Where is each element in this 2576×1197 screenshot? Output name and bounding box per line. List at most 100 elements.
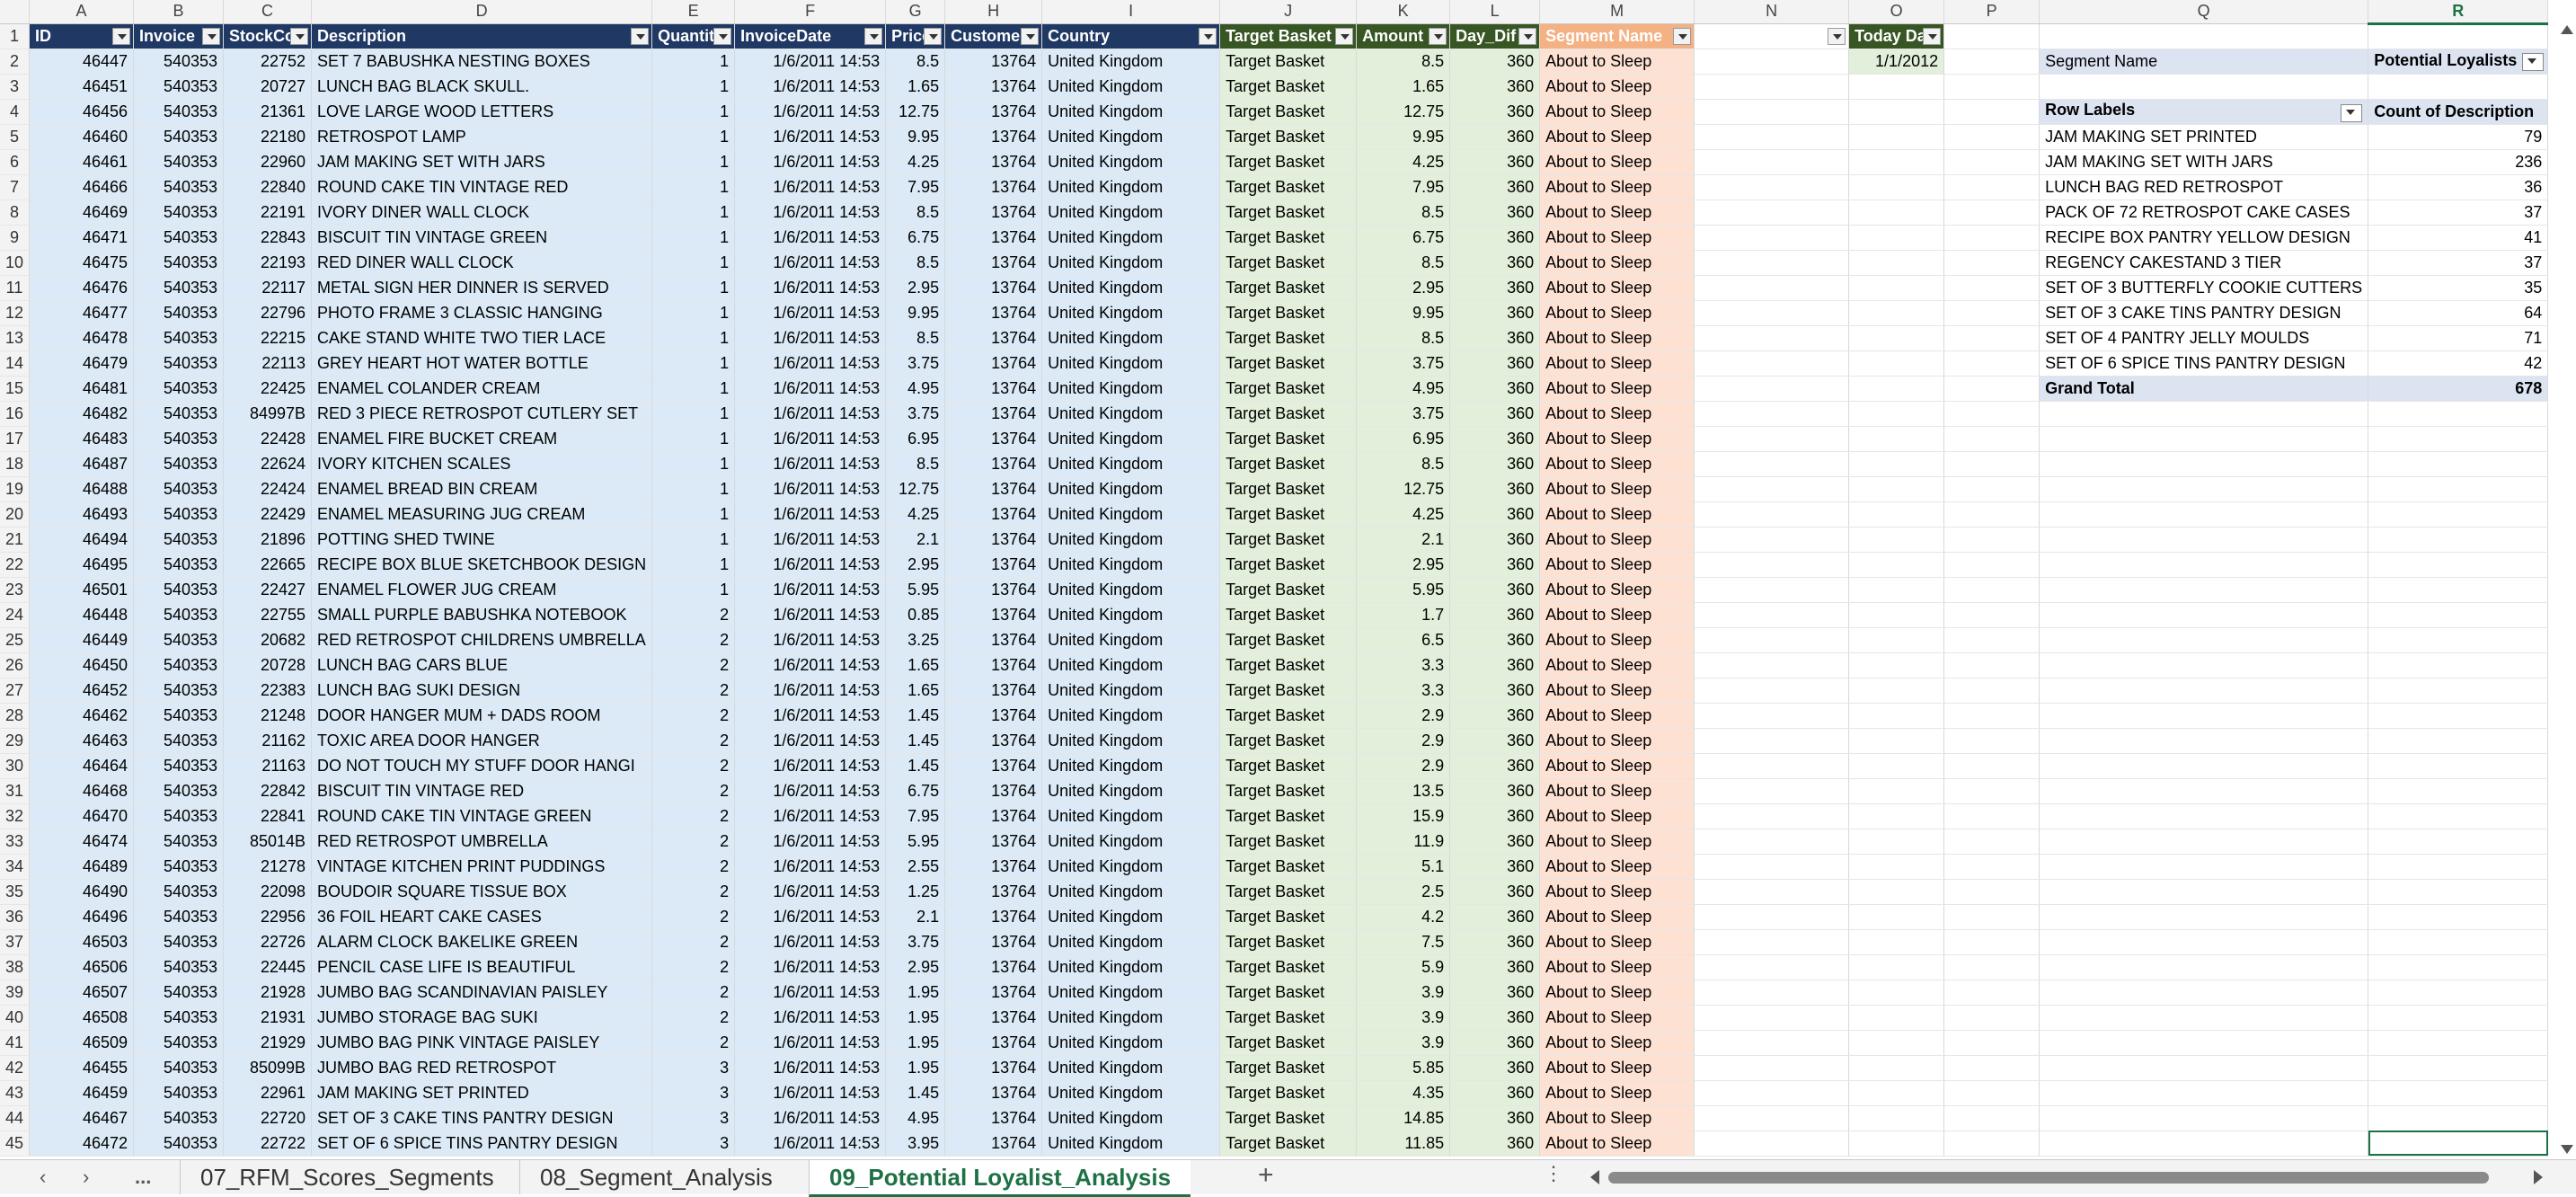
- cell-day-diff[interactable]: 360: [1449, 350, 1541, 377]
- cell-customer[interactable]: 13764: [944, 376, 1043, 402]
- cell-o[interactable]: [1848, 275, 1945, 301]
- cell-stockcode[interactable]: 20682: [223, 627, 313, 653]
- pivot-row-value[interactable]: 41: [2368, 225, 2549, 251]
- cell-quantity[interactable]: 2: [651, 980, 736, 1006]
- cell-q[interactable]: [2039, 527, 2369, 553]
- cell-description[interactable]: ENAMEL COLANDER CREAM: [311, 376, 653, 402]
- cell-segment-name[interactable]: About to Sleep: [1539, 803, 1695, 829]
- cell-quantity[interactable]: 1: [651, 350, 736, 377]
- cell-id[interactable]: 46449: [29, 627, 135, 653]
- cell-q[interactable]: [2039, 652, 2369, 678]
- cell-quantity[interactable]: 3: [651, 1080, 736, 1106]
- sheet-nav-prev-icon[interactable]: ‹: [40, 1166, 46, 1189]
- cell-id[interactable]: 46475: [29, 250, 135, 276]
- cell-amount[interactable]: 1.65: [1356, 74, 1451, 100]
- cell-r[interactable]: [2368, 829, 2549, 855]
- cell-amount[interactable]: 8.5: [1356, 200, 1451, 226]
- cell-customer[interactable]: 13764: [944, 652, 1043, 678]
- row-number[interactable]: 42: [0, 1055, 31, 1081]
- cell-p[interactable]: [1943, 376, 2040, 402]
- cell-amount[interactable]: 15.9: [1356, 803, 1451, 829]
- cell-r[interactable]: [2368, 753, 2549, 779]
- filter-dropdown-icon[interactable]: [202, 27, 221, 45]
- cell-segment-name[interactable]: About to Sleep: [1539, 527, 1695, 553]
- cell-id[interactable]: 46474: [29, 829, 135, 855]
- cell-stockcode[interactable]: 84997B: [223, 401, 313, 427]
- cell-invoice[interactable]: 540353: [133, 854, 225, 880]
- cell-n[interactable]: [1694, 929, 1850, 955]
- scroll-down-icon[interactable]: [2561, 1145, 2573, 1154]
- row-number[interactable]: 32: [0, 803, 31, 829]
- cell-invoice[interactable]: 540353: [133, 803, 225, 829]
- cell-price[interactable]: 8.5: [885, 325, 946, 351]
- cell-price[interactable]: 7.95: [885, 803, 946, 829]
- cell-customer[interactable]: 13764: [944, 577, 1043, 603]
- cell-customer[interactable]: 13764: [944, 250, 1043, 276]
- cell-p[interactable]: [1943, 552, 2040, 578]
- cell-day-diff[interactable]: 360: [1449, 1130, 1541, 1157]
- cell-segment-name[interactable]: About to Sleep: [1539, 401, 1695, 427]
- cell-description[interactable]: RED RETROSPOT UMBRELLA: [311, 829, 653, 855]
- cell-n[interactable]: [1694, 1055, 1850, 1081]
- pivot-row-value[interactable]: 42: [2368, 350, 2549, 377]
- cell-segment-name[interactable]: About to Sleep: [1539, 602, 1695, 628]
- cell-customer[interactable]: 13764: [944, 476, 1043, 502]
- cell-target-basket[interactable]: Target Basket: [1219, 627, 1358, 653]
- cell-stockcode[interactable]: 21162: [223, 728, 313, 754]
- cell-id[interactable]: 46464: [29, 753, 135, 779]
- cell-description[interactable]: LOVE LARGE WOOD LETTERS: [311, 99, 653, 125]
- cell-q[interactable]: [2039, 1130, 2369, 1157]
- cell-stockcode[interactable]: 22752: [223, 49, 313, 75]
- cell-stockcode[interactable]: 22215: [223, 325, 313, 351]
- cell-r[interactable]: [2368, 1030, 2549, 1056]
- cell-stockcode[interactable]: 20727: [223, 74, 313, 100]
- cell-description[interactable]: SET OF 6 SPICE TINS PANTRY DESIGN: [311, 1130, 653, 1157]
- cell-segment-name[interactable]: About to Sleep: [1539, 124, 1695, 150]
- cell-description[interactable]: BISCUIT TIN VINTAGE GREEN: [311, 225, 653, 251]
- cell-stockcode[interactable]: 85014B: [223, 829, 313, 855]
- cell-target-basket[interactable]: Target Basket: [1219, 1030, 1358, 1056]
- cell-invoice[interactable]: 540353: [133, 401, 225, 427]
- cell-description[interactable]: SMALL PURPLE BABUSHKA NOTEBOOK: [311, 602, 653, 628]
- cell-r[interactable]: [2368, 602, 2549, 628]
- cell-amount[interactable]: 3.3: [1356, 652, 1451, 678]
- cell-o[interactable]: [1848, 1005, 1945, 1031]
- cell-r[interactable]: [2368, 678, 2549, 704]
- cell-day-diff[interactable]: 360: [1449, 124, 1541, 150]
- cell-price[interactable]: 2.1: [885, 904, 946, 930]
- cell-price[interactable]: 6.75: [885, 778, 946, 804]
- cell-invoicedate[interactable]: 1/6/2011 14:53: [734, 527, 887, 553]
- cell-quantity[interactable]: 3: [651, 1105, 736, 1131]
- cell-quantity[interactable]: 1: [651, 426, 736, 452]
- cell-amount[interactable]: 1.7: [1356, 602, 1451, 628]
- cell-invoice[interactable]: 540353: [133, 678, 225, 704]
- cell-customer[interactable]: 13764: [944, 1030, 1043, 1056]
- cell-customer[interactable]: 13764: [944, 350, 1043, 377]
- cell-invoice[interactable]: 540353: [133, 426, 225, 452]
- cell-target-basket[interactable]: Target Basket: [1219, 350, 1358, 377]
- cell-customer[interactable]: 13764: [944, 753, 1043, 779]
- cell-day-diff[interactable]: 360: [1449, 552, 1541, 578]
- cell-o[interactable]: [1848, 325, 1945, 351]
- cell-segment-name[interactable]: About to Sleep: [1539, 778, 1695, 804]
- cell-target-basket[interactable]: Target Basket: [1219, 200, 1358, 226]
- cell-id[interactable]: 46463: [29, 728, 135, 754]
- row-number[interactable]: 11: [0, 275, 31, 301]
- cell-invoice[interactable]: 540353: [133, 879, 225, 905]
- cell-amount[interactable]: 7.95: [1356, 174, 1451, 200]
- cell-target-basket[interactable]: Target Basket: [1219, 225, 1358, 251]
- cell-quantity[interactable]: 2: [651, 904, 736, 930]
- cell-invoice[interactable]: 540353: [133, 954, 225, 980]
- cell-country[interactable]: United Kingdom: [1041, 401, 1221, 427]
- row-number[interactable]: 38: [0, 954, 31, 980]
- cell-price[interactable]: 1.45: [885, 703, 946, 729]
- header-invoice[interactable]: Invoice: [133, 23, 225, 49]
- cell-day-diff[interactable]: 360: [1449, 753, 1541, 779]
- row-number[interactable]: 30: [0, 753, 31, 779]
- cell-segment-name[interactable]: About to Sleep: [1539, 929, 1695, 955]
- cell-o[interactable]: [1848, 1055, 1945, 1081]
- cell-segment-name[interactable]: About to Sleep: [1539, 325, 1695, 351]
- cell-invoice[interactable]: 540353: [133, 1030, 225, 1056]
- cell-day-diff[interactable]: 360: [1449, 1055, 1541, 1081]
- cell-invoice[interactable]: 540353: [133, 1105, 225, 1131]
